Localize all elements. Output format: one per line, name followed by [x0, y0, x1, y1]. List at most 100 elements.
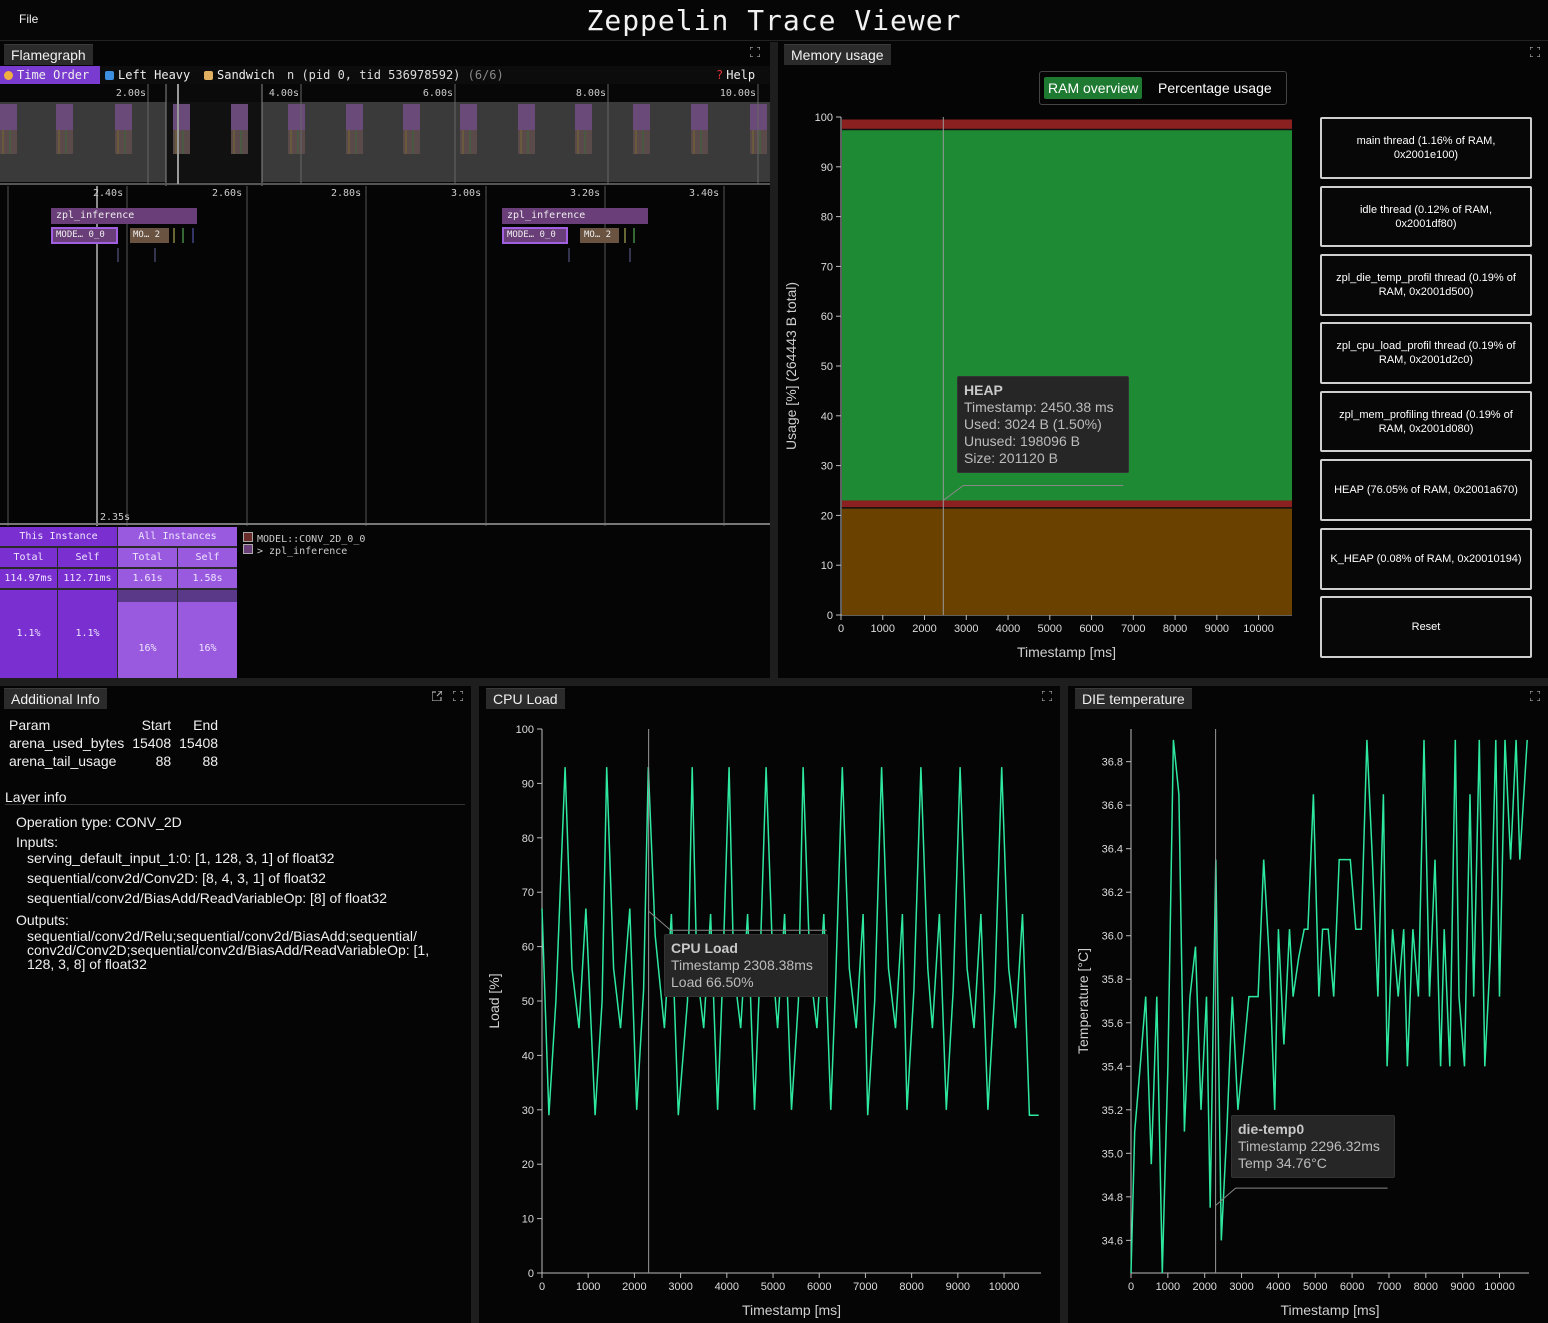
divider [5, 804, 465, 805]
x-tick-label: 10000 [989, 1281, 1020, 1293]
param-name: arena_used_bytes [9, 735, 125, 751]
left-heavy-button[interactable]: Left Heavy [101, 66, 194, 84]
overview-frame-block [56, 104, 73, 130]
x-tick-label: 5000 [1038, 623, 1062, 635]
app-title: Zeppelin Trace Viewer [586, 4, 962, 37]
horizontal-splitter[interactable] [0, 678, 1548, 686]
overview-frame-block [173, 104, 190, 130]
maximize-icon[interactable] [453, 691, 463, 701]
vertical-splitter[interactable] [770, 42, 778, 678]
y-tick-label: 100 [516, 724, 534, 736]
tab-additional-info[interactable]: Additional Info [4, 688, 107, 709]
x-tick-label: 10000 [1243, 623, 1274, 635]
memory-tooltip-timestamp: Timestamp: 2450.38 ms [964, 399, 1114, 415]
frame-model-a-1[interactable] [51, 227, 118, 244]
all-self-value: 1.58s [178, 569, 237, 588]
end-header: End [193, 717, 219, 733]
y-tick-label: 80 [821, 212, 833, 224]
flamegraph-panel: Flamegraph Time Order Left Heavy Sandwic… [0, 42, 770, 678]
y-tick-label: 20 [821, 510, 833, 522]
x-tick-label: 6000 [1079, 623, 1103, 635]
frame-model-b-1[interactable] [130, 228, 169, 243]
cpu-load-chart[interactable]: 0 1000 2000 3000 4000 5000 6000 7000 8000 9000 100… [479, 686, 1060, 1323]
input-item: sequential/conv2d/BiasAdd/ReadVariableOp… [27, 890, 388, 906]
outputs-label: Outputs: [16, 912, 69, 928]
y-tick-label: 35.2 [1102, 1105, 1123, 1117]
memory-chart[interactable]: 0 1000 2000 3000 4000 5000 6000 7000 8000 9000 100… [778, 42, 1318, 678]
x-tick-label: 8000 [1163, 623, 1187, 635]
input-item: serving_default_input_1:0: [1, 128, 3, 1… [27, 850, 335, 866]
maximize-icon[interactable] [1530, 47, 1540, 57]
param-start: 88 [155, 753, 172, 769]
this-total-percent: 1.1% [0, 590, 57, 678]
x-tick-label: 8000 [899, 1281, 923, 1293]
legend-k-heap-button[interactable]: K_HEAP (0.08% of RAM, 0x20010194) [1320, 528, 1532, 590]
temp-tooltip: die-temp0 Timestamp 2296.32ms Temp 34.76… [1231, 1115, 1395, 1178]
y-tick-label: 0 [827, 610, 833, 622]
layer-info-header[interactable]: Layer info [5, 789, 66, 805]
y-tick-label: 60 [522, 942, 534, 954]
die-temperature-chart[interactable]: 0 1000 2000 3000 4000 5000 6000 7000 8000 9000 100… [1068, 686, 1548, 1323]
y-tick-label: 40 [522, 1050, 534, 1062]
this-total-value: 114.97ms [0, 569, 57, 588]
legend-cpu-load-thread-button[interactable]: zpl_cpu_load_profil thread (0.19% of RAM… [1320, 322, 1532, 384]
time-order-button[interactable]: Time Order [0, 66, 100, 84]
frame-model-b-2[interactable] [580, 228, 619, 243]
sandwich-icon [204, 71, 213, 80]
y-tick-label: 36.8 [1102, 757, 1123, 769]
y-tick-label: 35.6 [1102, 1018, 1123, 1030]
legend-idle-thread-button[interactable]: idle thread (0.12% of RAM, 0x2001df80) [1320, 186, 1532, 247]
help-label: Help [726, 68, 756, 82]
x-axis-label: Timestamp [ms] [742, 1302, 841, 1318]
popout-icon[interactable] [432, 691, 442, 701]
legend-main-thread-button[interactable]: main thread (1.16% of RAM, 0x2001e100) [1320, 117, 1532, 179]
param-name: arena_tail_usage [9, 753, 117, 769]
x-tick-label: 3000 [1229, 1281, 1253, 1293]
frame-zpl-inference-1[interactable] [51, 208, 197, 224]
thread-count: (6/6) [467, 68, 504, 82]
legend-parent-swatch [243, 544, 253, 554]
memory-tooltip-unused: Unused: 198096 B [964, 433, 1080, 449]
y-tick-label: 35.8 [1102, 974, 1123, 986]
thread-selector[interactable]: n (pid 0, tid 536978592) (6/6) [283, 66, 508, 84]
temp-tooltip-value: Temp 34.76°C [1238, 1155, 1327, 1171]
overview-frame-block [288, 104, 305, 130]
reset-button[interactable]: Reset [1320, 596, 1532, 658]
legend-heap-button[interactable]: HEAP (76.05% of RAM, 0x2001a670) [1320, 459, 1532, 521]
flamegraph-overview[interactable]: 2.00s 4.00s 6.00s 8.00s 10.00s [0, 84, 770, 186]
maximize-icon[interactable] [750, 47, 760, 57]
flamegraph-toolbar: Time Order Left Heavy Sandwich n (pid 0,… [0, 66, 770, 84]
x-tick-label: 6000 [807, 1281, 831, 1293]
y-tick-label: 80 [522, 833, 534, 845]
x-tick-label: 9000 [1205, 623, 1229, 635]
legend-die-temp-thread-button[interactable]: zpl_die_temp_profil thread (0.19% of RAM… [1320, 254, 1532, 316]
sandwich-button[interactable]: Sandwich [200, 66, 279, 84]
all-total-percent: 16% [118, 590, 177, 678]
this-self-header: Self [58, 548, 117, 567]
y-tick-label: 0 [528, 1268, 534, 1280]
frame-model-a-2[interactable] [502, 227, 568, 244]
flamegraph-detail[interactable] [0, 186, 770, 526]
x-tick-label: 4000 [996, 623, 1020, 635]
splitter-cpu-temp[interactable] [1060, 686, 1068, 1323]
x-tick-label: 1000 [871, 623, 895, 635]
frame-zpl-inference-2[interactable] [502, 208, 648, 224]
overview-frame-block [115, 104, 132, 130]
y-tick-label: 40 [821, 411, 833, 423]
all-self-percent: 16% [178, 590, 237, 678]
y-tick-label: 35.0 [1102, 1148, 1123, 1160]
this-total-header: Total [0, 548, 57, 567]
overview-tick-label: 6.00s [423, 88, 453, 99]
help-button[interactable]: ? Help [712, 66, 759, 84]
overview-tick-label: 2.00s [116, 88, 146, 99]
y-tick-label: 60 [821, 311, 833, 323]
overview-tick-label: 10.00s [720, 88, 756, 99]
tab-flamegraph[interactable]: Flamegraph [4, 44, 93, 65]
y-tick-label: 30 [522, 1105, 534, 1117]
y-tick-label: 36.2 [1102, 887, 1123, 899]
legend-mem-profiling-thread-button[interactable]: zpl_mem_profiling thread (0.19% of RAM, … [1320, 391, 1532, 452]
splitter-info-cpu[interactable] [471, 686, 479, 1323]
x-tick-label: 0 [539, 1281, 545, 1293]
y-tick-label: 35.4 [1102, 1061, 1123, 1073]
inputs-label: Inputs: [16, 834, 59, 850]
